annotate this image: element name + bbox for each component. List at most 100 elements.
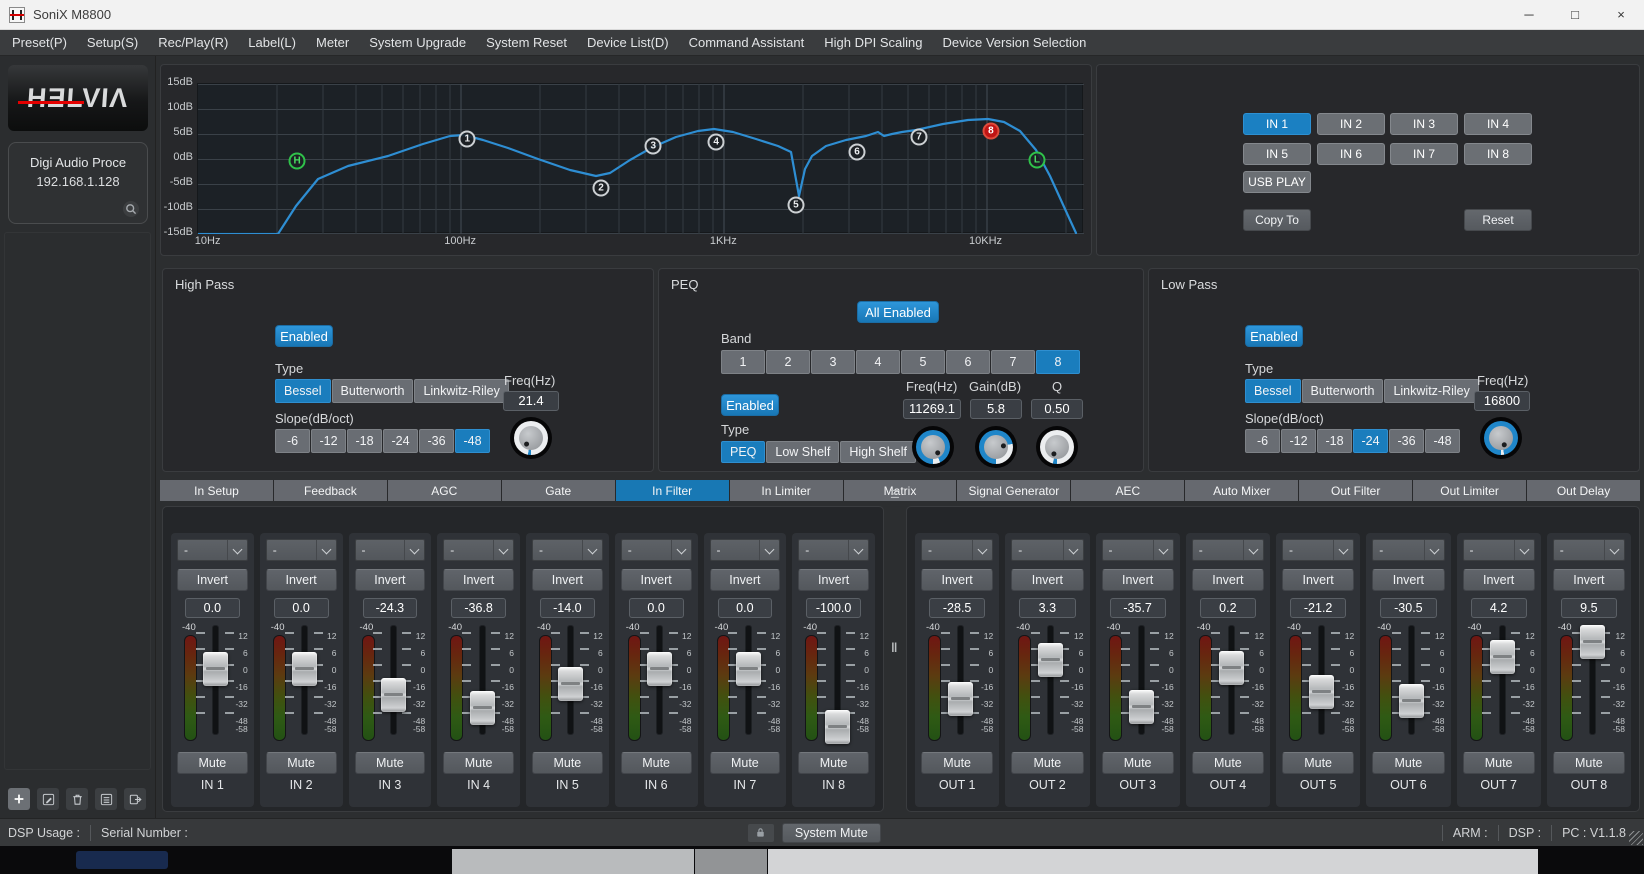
device-list[interactable]	[4, 232, 151, 770]
eq-band-marker[interactable]: 7	[911, 129, 928, 146]
source-dropdown[interactable]: -	[798, 539, 869, 561]
edit-button[interactable]	[37, 788, 59, 810]
gain-value[interactable]: -35.7	[1110, 598, 1166, 618]
peq-all-enabled-button[interactable]: All Enabled	[857, 301, 939, 323]
gain-value[interactable]: 9.5	[1561, 598, 1617, 618]
eq-band-marker[interactable]: 3	[645, 138, 662, 155]
eq-band-marker[interactable]: 8	[982, 123, 999, 140]
peq-band-option[interactable]: 2	[766, 350, 810, 374]
gain-value[interactable]: -36.8	[451, 598, 506, 618]
fader-handle[interactable]	[948, 682, 973, 716]
peq-band-option[interactable]: 1	[721, 350, 765, 374]
gain-value[interactable]: 0.0	[185, 598, 240, 618]
invert-button[interactable]: Invert	[532, 569, 603, 591]
peq-band-option[interactable]: 6	[946, 350, 990, 374]
hp-type-option[interactable]: Bessel	[275, 379, 331, 403]
hp-slope-option[interactable]: -12	[311, 429, 346, 453]
mute-button[interactable]: Mute	[1011, 752, 1083, 774]
mute-button[interactable]: Mute	[798, 752, 869, 774]
mute-button[interactable]: Mute	[266, 752, 337, 774]
peq-band-option[interactable]: 5	[901, 350, 945, 374]
invert-button[interactable]: Invert	[443, 569, 514, 591]
peq-freq-value[interactable]: 11269.1	[903, 399, 961, 419]
source-dropdown[interactable]: -	[355, 539, 426, 561]
gain-value[interactable]: 0.0	[629, 598, 684, 618]
gain-value[interactable]: -28.5	[929, 598, 985, 618]
invert-button[interactable]: Invert	[921, 569, 993, 591]
peq-enabled-button[interactable]: Enabled	[721, 394, 779, 416]
lp-slope-option[interactable]: -48	[1425, 429, 1460, 453]
lp-slope-option[interactable]: -24	[1353, 429, 1388, 453]
reset-button[interactable]: Reset	[1464, 209, 1532, 231]
hp-slope-option[interactable]: -36	[419, 429, 454, 453]
fader-handle[interactable]	[381, 678, 406, 712]
menu-item[interactable]: System Upgrade	[359, 30, 476, 56]
invert-button[interactable]: Invert	[798, 569, 869, 591]
eq-band-marker[interactable]: 2	[593, 180, 610, 197]
input-channel-button[interactable]: IN 1	[1243, 113, 1311, 135]
minimize-button[interactable]: ─	[1506, 0, 1552, 29]
hp-slope-option[interactable]: -48	[455, 429, 490, 453]
source-dropdown[interactable]: -	[177, 539, 248, 561]
fader-handle[interactable]	[203, 652, 228, 686]
device-list-button[interactable]	[95, 788, 117, 810]
mute-button[interactable]: Mute	[1282, 752, 1354, 774]
fader-handle[interactable]	[1219, 651, 1244, 685]
peq-band-option[interactable]: 3	[811, 350, 855, 374]
hp-type-option[interactable]: Linkwitz-Riley	[414, 379, 508, 403]
input-channel-button[interactable]: IN 4	[1464, 113, 1532, 135]
invert-button[interactable]: Invert	[1192, 569, 1264, 591]
invert-button[interactable]: Invert	[355, 569, 426, 591]
hp-enabled-button[interactable]: Enabled	[275, 325, 333, 347]
tab[interactable]: AGC	[388, 480, 501, 501]
hp-slope-option[interactable]: -6	[275, 429, 310, 453]
copy-to-button[interactable]: Copy To	[1243, 209, 1311, 231]
peq-band-option[interactable]: 8	[1036, 350, 1080, 374]
hp-type-option[interactable]: Butterworth	[332, 379, 414, 403]
tab[interactable]: In Filter	[616, 480, 729, 501]
tab[interactable]: Out Limiter	[1413, 480, 1526, 501]
eq-band-marker[interactable]: L	[1028, 151, 1045, 168]
fader-handle[interactable]	[1580, 625, 1605, 659]
gain-value[interactable]: -14.0	[540, 598, 595, 618]
source-dropdown[interactable]: -	[1192, 539, 1264, 561]
lp-type-option[interactable]: Butterworth	[1302, 379, 1384, 403]
gain-value[interactable]: -100.0	[806, 598, 861, 618]
tab[interactable]: Out Delay	[1527, 480, 1640, 501]
source-dropdown[interactable]: -	[266, 539, 337, 561]
menu-item[interactable]: Rec/Play(R)	[148, 30, 238, 56]
gain-value[interactable]: 3.3	[1019, 598, 1075, 618]
invert-button[interactable]: Invert	[177, 569, 248, 591]
mute-button[interactable]: Mute	[621, 752, 692, 774]
menu-item[interactable]: System Reset	[476, 30, 577, 56]
source-dropdown[interactable]: -	[1282, 539, 1354, 561]
eq-band-marker[interactable]: H	[289, 153, 306, 170]
peq-type-option[interactable]: Low Shelf	[766, 441, 839, 463]
tab[interactable]: Signal Generator	[957, 480, 1070, 501]
invert-button[interactable]: Invert	[621, 569, 692, 591]
gain-value[interactable]: 0.0	[274, 598, 329, 618]
menu-item[interactable]: Setup(S)	[77, 30, 148, 56]
hp-slope-option[interactable]: -24	[383, 429, 418, 453]
eq-band-marker[interactable]: 4	[708, 133, 725, 150]
lp-type-option[interactable]: Linkwitz-Riley	[1384, 379, 1478, 403]
fader-handle[interactable]	[470, 691, 495, 725]
gain-value[interactable]: 4.2	[1471, 598, 1527, 618]
lp-slope-option[interactable]: -36	[1389, 429, 1424, 453]
fader-handle[interactable]	[736, 652, 761, 686]
tab[interactable]: Auto Mixer	[1185, 480, 1298, 501]
device-card[interactable]: Digi Audio Proce 192.168.1.128	[8, 142, 148, 224]
search-icon[interactable]	[123, 201, 139, 217]
fader-handle[interactable]	[1038, 643, 1063, 677]
gain-value[interactable]: 0.2	[1200, 598, 1256, 618]
menu-item[interactable]: Label(L)	[238, 30, 306, 56]
source-dropdown[interactable]: -	[1463, 539, 1535, 561]
peq-gain-value[interactable]: 5.8	[970, 399, 1022, 419]
menu-item[interactable]: Device Version Selection	[933, 30, 1097, 56]
gain-value[interactable]: -21.2	[1290, 598, 1346, 618]
mute-button[interactable]: Mute	[1102, 752, 1174, 774]
source-dropdown[interactable]: -	[621, 539, 692, 561]
source-dropdown[interactable]: -	[1553, 539, 1625, 561]
invert-button[interactable]: Invert	[710, 569, 781, 591]
eq-band-marker[interactable]: 6	[849, 144, 866, 161]
